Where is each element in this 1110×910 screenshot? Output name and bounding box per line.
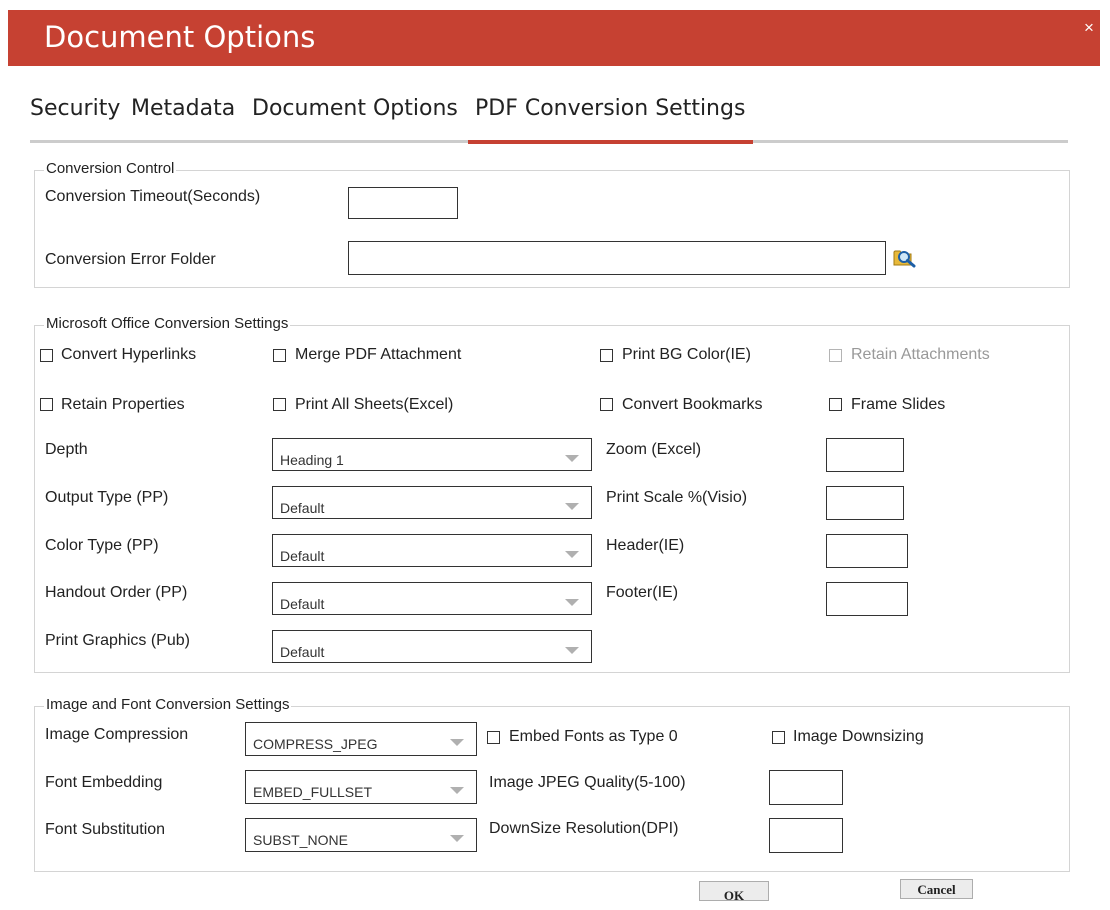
footer-ie-input[interactable] bbox=[826, 582, 908, 616]
ok-button[interactable]: OK bbox=[699, 881, 769, 903]
header-ie-input[interactable] bbox=[826, 534, 908, 568]
retain-attachments-label: Retain Attachments bbox=[851, 346, 990, 363]
conversion-error-folder-input[interactable] bbox=[348, 241, 886, 275]
folder-search-icon[interactable] bbox=[893, 246, 917, 268]
image-downsizing-label: Image Downsizing bbox=[793, 728, 924, 745]
print-graphics-select[interactable]: Default bbox=[272, 630, 592, 663]
print-bg-color-checkbox[interactable] bbox=[600, 349, 613, 362]
font-substitution-label: Font Substitution bbox=[45, 821, 166, 838]
downsize-resolution-input[interactable] bbox=[769, 818, 843, 853]
convert-hyperlinks-label: Convert Hyperlinks bbox=[61, 346, 197, 363]
image-compression-value: COMPRESS_JPEG bbox=[253, 736, 378, 752]
chevron-down-icon bbox=[565, 599, 579, 606]
chevron-down-icon bbox=[450, 739, 464, 746]
depth-value: Heading 1 bbox=[280, 452, 344, 468]
color-type-label: Color Type (PP) bbox=[45, 537, 159, 554]
tab-metadata[interactable]: Metadata bbox=[131, 96, 235, 121]
close-button[interactable]: × bbox=[1084, 18, 1094, 38]
active-tab-indicator bbox=[468, 140, 753, 144]
tab-document-options[interactable]: Document Options bbox=[252, 96, 458, 121]
image-font-conversion-legend: Image and Font Conversion Settings bbox=[44, 696, 292, 713]
color-type-value: Default bbox=[280, 548, 325, 564]
convert-bookmarks-checkbox[interactable] bbox=[600, 398, 613, 411]
output-type-label: Output Type (PP) bbox=[45, 489, 169, 506]
image-compression-label: Image Compression bbox=[45, 726, 189, 743]
depth-select[interactable]: Heading 1 bbox=[272, 438, 592, 471]
handout-order-label: Handout Order (PP) bbox=[45, 584, 188, 601]
image-compression-select[interactable]: COMPRESS_JPEG bbox=[245, 722, 477, 756]
conversion-control-legend: Conversion Control bbox=[44, 160, 177, 177]
color-type-select[interactable]: Default bbox=[272, 534, 592, 567]
conversion-timeout-input[interactable] bbox=[348, 187, 458, 219]
zoom-excel-input[interactable] bbox=[826, 438, 904, 472]
merge-pdf-attachment-label: Merge PDF Attachment bbox=[295, 346, 462, 363]
chevron-down-icon bbox=[565, 647, 579, 654]
retain-properties-checkbox[interactable] bbox=[40, 398, 53, 411]
frame-slides-label: Frame Slides bbox=[851, 396, 946, 413]
image-downsizing-checkbox[interactable] bbox=[772, 731, 785, 744]
font-substitution-value: SUBST_NONE bbox=[253, 832, 348, 848]
dialog-title: Document Options bbox=[44, 20, 316, 54]
tab-security[interactable]: Security bbox=[30, 96, 120, 121]
convert-bookmarks-label: Convert Bookmarks bbox=[622, 396, 763, 413]
office-conversion-legend: Microsoft Office Conversion Settings bbox=[44, 315, 291, 332]
output-type-select[interactable]: Default bbox=[272, 486, 592, 519]
print-graphics-value: Default bbox=[280, 644, 325, 660]
print-scale-visio-input[interactable] bbox=[826, 486, 904, 520]
print-bg-color-label: Print BG Color(IE) bbox=[622, 346, 751, 363]
output-type-value: Default bbox=[280, 500, 325, 516]
merge-pdf-attachment-checkbox[interactable] bbox=[273, 349, 286, 362]
footer-ie-label: Footer(IE) bbox=[606, 584, 679, 601]
font-substitution-select[interactable]: SUBST_NONE bbox=[245, 818, 477, 852]
retain-attachments-checkbox bbox=[829, 349, 842, 362]
embed-fonts-type0-label: Embed Fonts as Type 0 bbox=[509, 728, 678, 745]
font-embedding-select[interactable]: EMBED_FULLSET bbox=[245, 770, 477, 804]
chevron-down-icon bbox=[450, 787, 464, 794]
jpeg-quality-input[interactable] bbox=[769, 770, 843, 805]
jpeg-quality-label: Image JPEG Quality(5-100) bbox=[489, 774, 686, 791]
font-embedding-value: EMBED_FULLSET bbox=[253, 784, 373, 800]
conversion-timeout-label: Conversion Timeout(Seconds) bbox=[45, 188, 261, 205]
conversion-error-folder-label: Conversion Error Folder bbox=[45, 251, 216, 268]
downsize-resolution-label: DownSize Resolution(DPI) bbox=[489, 820, 679, 837]
zoom-excel-label: Zoom (Excel) bbox=[606, 441, 702, 458]
print-graphics-label: Print Graphics (Pub) bbox=[45, 632, 190, 649]
print-scale-visio-label: Print Scale %(Visio) bbox=[606, 489, 748, 506]
handout-order-select[interactable]: Default bbox=[272, 582, 592, 615]
chevron-down-icon bbox=[565, 503, 579, 510]
chevron-down-icon bbox=[565, 551, 579, 558]
tab-pdf-conversion-settings[interactable]: PDF Conversion Settings bbox=[475, 96, 745, 121]
header-ie-label: Header(IE) bbox=[606, 537, 685, 554]
chevron-down-icon bbox=[565, 455, 579, 462]
depth-label: Depth bbox=[45, 441, 88, 458]
chevron-down-icon bbox=[450, 835, 464, 842]
embed-fonts-type0-checkbox[interactable] bbox=[487, 731, 500, 744]
convert-hyperlinks-checkbox[interactable] bbox=[40, 349, 53, 362]
cancel-button[interactable]: Cancel bbox=[900, 879, 973, 899]
frame-slides-checkbox[interactable] bbox=[829, 398, 842, 411]
print-all-sheets-checkbox[interactable] bbox=[273, 398, 286, 411]
font-embedding-label: Font Embedding bbox=[45, 774, 163, 791]
print-all-sheets-label: Print All Sheets(Excel) bbox=[295, 396, 454, 413]
retain-properties-label: Retain Properties bbox=[61, 396, 185, 413]
handout-order-value: Default bbox=[280, 596, 325, 612]
